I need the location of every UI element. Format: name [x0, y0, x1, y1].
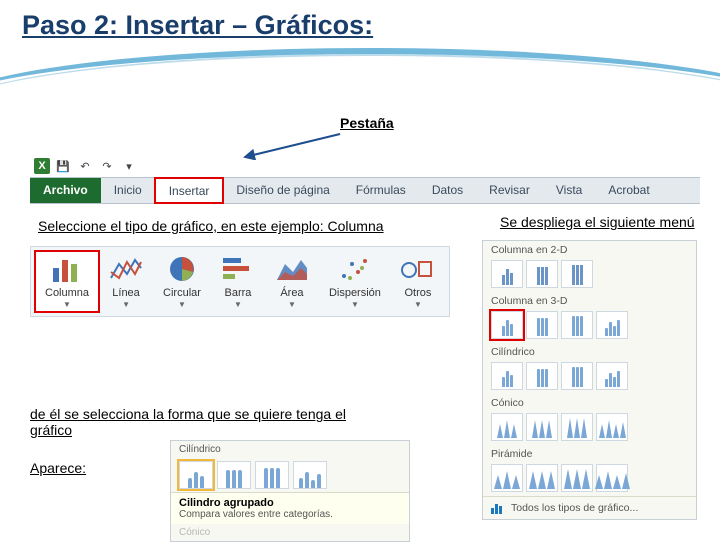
chart-type-column[interactable]: Columna ▼	[35, 251, 99, 312]
column-subtype-menu: Columna en 2-D Columna en 3-D Cilíndrico…	[482, 240, 697, 520]
all-types-icon	[491, 502, 505, 514]
excel-ribbon: X 💾 ↶ ↷ ▾ Archivo Inicio Insertar Diseño…	[30, 155, 700, 204]
tooltip-body: Cilindro agrupado Compara valores entre …	[171, 492, 409, 524]
subtype-2d-100[interactable]	[561, 260, 593, 288]
tab-home[interactable]: Inicio	[101, 178, 155, 203]
tab-insert[interactable]: Insertar	[155, 178, 224, 203]
subtype-cyl-100[interactable]	[561, 362, 593, 390]
chevron-down-icon: ▼	[414, 300, 422, 309]
subtype-cylinder-stacked[interactable]	[217, 461, 251, 489]
chart-type-scatter[interactable]: Dispersión ▼	[319, 251, 391, 312]
tab-review[interactable]: Revisar	[476, 178, 543, 203]
subtype-pyr-3d[interactable]	[596, 464, 628, 492]
chart-type-area[interactable]: Área ▼	[265, 251, 319, 312]
tab-page-layout[interactable]: Diseño de página	[223, 178, 342, 203]
menu-category-2d: Columna en 2-D	[483, 241, 696, 258]
subtype-pyr-stacked[interactable]	[526, 464, 558, 492]
subtype-cylinder-100[interactable]	[255, 461, 289, 489]
instruction-appears: Aparece:	[30, 460, 86, 476]
tooltip-category: Cilíndrico	[171, 441, 409, 458]
subtype-cyl-stacked[interactable]	[526, 362, 558, 390]
ribbon-tabs: Archivo Inicio Insertar Diseño de página…	[30, 177, 700, 204]
save-icon[interactable]: 💾	[54, 157, 72, 175]
subtype-cyl-3d[interactable]	[596, 362, 628, 390]
menu-category-cone: Cónico	[483, 394, 696, 411]
subtype-cone-stacked[interactable]	[526, 413, 558, 441]
subtype-cone-100[interactable]	[561, 413, 593, 441]
tab-acrobat[interactable]: Acrobat	[595, 178, 662, 203]
line-chart-icon	[109, 254, 143, 284]
chart-type-label: Circular	[163, 287, 201, 299]
menu-category-pyramid: Pirámide	[483, 445, 696, 462]
subtype-pyr-100[interactable]	[561, 464, 593, 492]
subtype-cyl-clustered[interactable]	[491, 362, 523, 390]
instruction-select-shape: de él se selecciona la forma que se quie…	[30, 406, 360, 438]
decorative-swoosh-2	[0, 54, 720, 114]
tab-formulas[interactable]: Fórmulas	[343, 178, 419, 203]
tab-pointer-label: Pestaña	[340, 115, 394, 131]
subtype-cylinder-3d[interactable]	[293, 461, 327, 489]
chart-type-other[interactable]: Otros ▼	[391, 251, 445, 312]
chevron-down-icon: ▼	[63, 300, 71, 309]
menu-all-chart-types[interactable]: Todos los tipos de gráfico...	[483, 496, 696, 519]
subtype-2d-stacked[interactable]	[526, 260, 558, 288]
excel-app-icon: X	[34, 158, 50, 174]
tab-data[interactable]: Datos	[419, 178, 476, 203]
tab-file[interactable]: Archivo	[30, 178, 101, 203]
tooltip-thumbnail-row	[171, 458, 409, 492]
chevron-down-icon: ▼	[288, 300, 296, 309]
chart-type-label: Área	[280, 287, 303, 299]
undo-icon[interactable]: ↶	[76, 157, 94, 175]
subtype-2d-clustered[interactable]	[491, 260, 523, 288]
quick-access-toolbar: X 💾 ↶ ↷ ▾	[30, 155, 700, 177]
bar-chart-icon	[221, 254, 255, 284]
chart-subtype-tooltip: Cilíndrico Cilindro agrupado Compara val…	[170, 440, 410, 542]
subtype-cone-clustered[interactable]	[491, 413, 523, 441]
charts-ribbon-group: Columna ▼ Línea ▼ Circular ▼ Barra ▼	[30, 246, 450, 317]
subtype-3d-column[interactable]	[596, 311, 628, 339]
chart-type-bar[interactable]: Barra ▼	[211, 251, 265, 312]
tooltip-description: Compara valores entre categorías.	[179, 509, 401, 520]
chart-type-label: Columna	[45, 287, 89, 299]
decorative-swoosh	[0, 48, 720, 108]
subtype-3d-stacked[interactable]	[526, 311, 558, 339]
chevron-down-icon: ▼	[122, 300, 130, 309]
menu-category-3d: Columna en 3-D	[483, 292, 696, 309]
chart-type-label: Otros	[404, 287, 431, 299]
menu-all-types-label: Todos los tipos de gráfico...	[511, 502, 638, 514]
chart-type-line[interactable]: Línea ▼	[99, 251, 153, 312]
subtype-3d-clustered[interactable]	[491, 311, 523, 339]
qat-dropdown-icon[interactable]: ▾	[120, 157, 138, 175]
page-title: Paso 2: Insertar – Gráficos:	[22, 10, 373, 41]
pie-chart-icon	[165, 254, 199, 284]
subtype-cone-3d[interactable]	[596, 413, 628, 441]
subtype-cylinder-clustered[interactable]	[179, 461, 213, 489]
scatter-chart-icon	[338, 254, 372, 284]
chevron-down-icon: ▼	[351, 300, 359, 309]
chevron-down-icon: ▼	[234, 300, 242, 309]
chart-type-label: Dispersión	[329, 287, 381, 299]
chart-type-pie[interactable]: Circular ▼	[153, 251, 211, 312]
tooltip-next-category: Cónico	[171, 524, 409, 541]
redo-icon[interactable]: ↷	[98, 157, 116, 175]
menu-category-cylinder: Cilíndrico	[483, 343, 696, 360]
chart-type-label: Línea	[112, 287, 140, 299]
column-chart-icon	[50, 254, 84, 284]
other-chart-icon	[401, 254, 435, 284]
instruction-select-chart-type: Seleccione el tipo de gráfico, en este e…	[38, 218, 384, 234]
chart-type-label: Barra	[224, 287, 251, 299]
subtype-pyr-clustered[interactable]	[491, 464, 523, 492]
area-chart-icon	[275, 254, 309, 284]
chevron-down-icon: ▼	[178, 300, 186, 309]
instruction-menu-expands: Se despliega el siguiente menú	[500, 214, 695, 230]
subtype-3d-100[interactable]	[561, 311, 593, 339]
tooltip-title: Cilindro agrupado	[179, 497, 274, 509]
tab-view[interactable]: Vista	[543, 178, 595, 203]
